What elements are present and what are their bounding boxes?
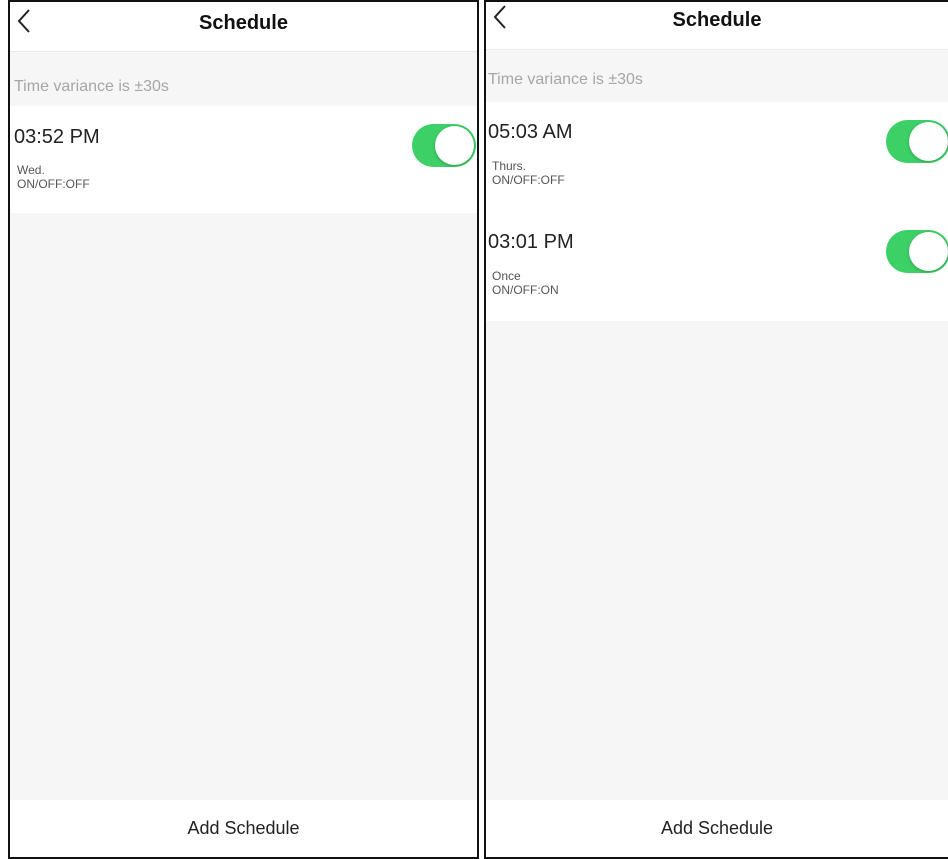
schedule-repeat: Thurs. xyxy=(492,159,527,173)
schedule-action: ON/OFF:OFF xyxy=(492,173,565,187)
schedule-enable-toggle[interactable] xyxy=(886,120,948,163)
schedule-screen-right: Schedule Time variance is ±30s 05:03 AM … xyxy=(484,0,948,859)
header-bar: Schedule xyxy=(10,2,477,52)
schedule-screen-left: Schedule Time variance is ±30s 03:52 PM … xyxy=(8,0,479,859)
schedule-list: 03:52 PM Wed. ON/OFF:OFF xyxy=(10,106,477,213)
schedule-time: 03:01 PM xyxy=(488,231,574,253)
schedule-row[interactable]: 05:03 AM Thurs. ON/OFF:OFF xyxy=(486,102,948,210)
schedule-list: 05:03 AM Thurs. ON/OFF:OFF 03:01 PM Once… xyxy=(486,102,948,321)
toggle-knob xyxy=(909,122,948,161)
page-title: Schedule xyxy=(672,9,762,31)
schedule-row[interactable]: 03:52 PM Wed. ON/OFF:OFF xyxy=(10,106,477,214)
schedule-repeat: Wed. xyxy=(17,163,45,177)
schedule-row[interactable]: 03:01 PM Once ON/OFF:ON xyxy=(486,212,948,320)
add-schedule-button[interactable]: Add Schedule xyxy=(486,800,948,857)
time-variance-note: Time variance is ±30s xyxy=(488,71,643,88)
add-schedule-button[interactable]: Add Schedule xyxy=(10,800,477,857)
schedule-time: 03:52 PM xyxy=(14,126,100,148)
page-title: Schedule xyxy=(199,12,288,34)
toggle-knob xyxy=(909,232,948,271)
schedule-enable-toggle[interactable] xyxy=(412,124,476,167)
header-bar: Schedule xyxy=(486,2,948,50)
schedule-enable-toggle[interactable] xyxy=(886,230,948,273)
schedule-action: ON/OFF:OFF xyxy=(17,177,90,191)
schedule-action: ON/OFF:ON xyxy=(492,283,559,297)
toggle-knob xyxy=(435,126,474,165)
schedule-repeat: Once xyxy=(492,269,521,283)
schedule-time: 05:03 AM xyxy=(488,121,573,143)
time-variance-note: Time variance is ±30s xyxy=(14,78,169,95)
